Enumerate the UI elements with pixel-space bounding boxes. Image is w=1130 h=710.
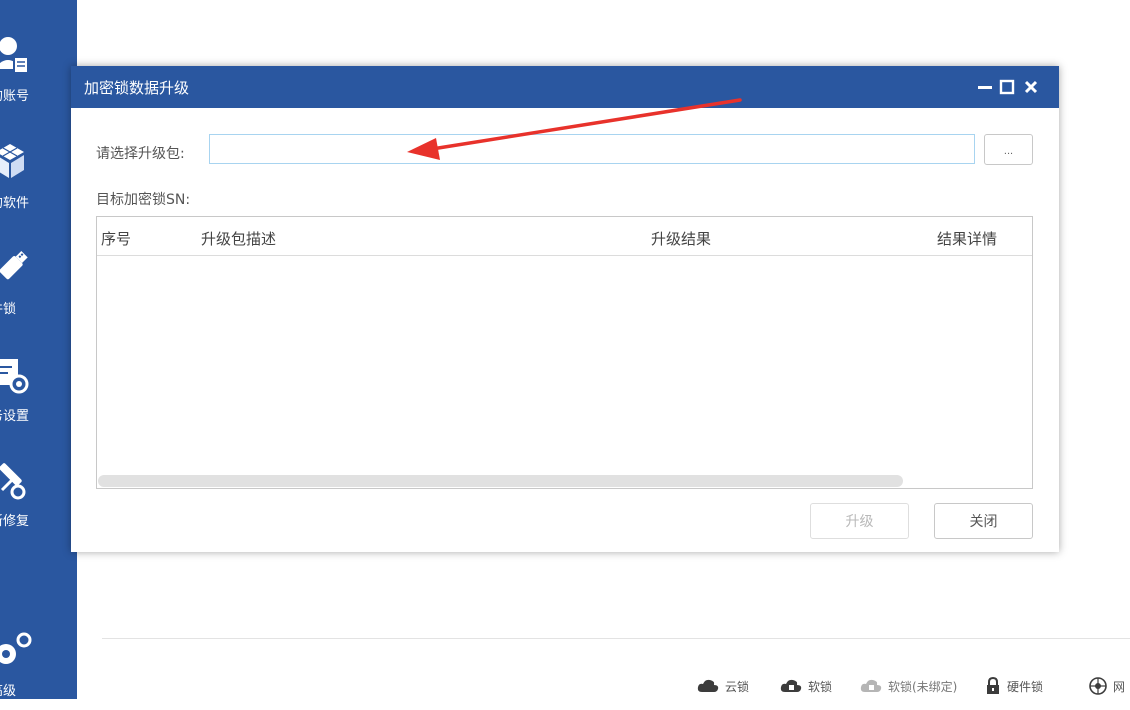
package-label: 请选择升级包: (96, 146, 185, 162)
status-label: 云锁 (725, 679, 750, 694)
status-soft-lock[interactable]: 软锁 (780, 676, 832, 696)
status-bar: 云锁 软锁 软锁(未绑定) 硬件锁 网 (0, 672, 1130, 699)
column-header-description[interactable]: 升级包描述 (201, 228, 276, 249)
status-divider (102, 638, 1130, 639)
status-label: 软锁 (808, 679, 833, 694)
sidebar-item-hardware-lock[interactable]: 件锁 (0, 248, 77, 328)
cloud-lock-icon (780, 679, 802, 692)
close-button[interactable]: 关闭 (934, 503, 1033, 539)
padlock-icon (987, 677, 999, 694)
package-path-input[interactable] (209, 134, 975, 164)
target-sn-label: 目标加密锁SN: (96, 192, 191, 208)
upgrade-button[interactable]: 升级 (810, 503, 909, 539)
cloud-unbound-icon (860, 679, 882, 692)
cloud-icon (697, 679, 719, 692)
result-table: 序号 升级包描述 升级结果 结果详情 (96, 216, 1033, 489)
status-cloud-lock[interactable]: 云锁 (697, 676, 749, 696)
service-settings-icon (0, 359, 29, 394)
sidebar-item-label: 的软件 (0, 196, 30, 211)
table-header: 序号 升级包描述 升级结果 结果详情 (97, 217, 1032, 256)
status-hardware-lock[interactable]: 硬件锁 (985, 676, 1043, 696)
sidebar-item-label: 的账号 (0, 89, 30, 104)
sidebar: 的账号 的软件 件锁 务设置 (0, 0, 77, 699)
dialog-titlebar[interactable]: 加密锁数据升级 (71, 66, 1059, 108)
sidebar-item-label: 新修复 (0, 514, 30, 529)
account-icon (0, 37, 29, 74)
sidebar-item-label: 件锁 (0, 302, 17, 317)
horizontal-scrollbar[interactable] (98, 475, 903, 487)
status-label: 硬件锁 (1007, 679, 1044, 694)
sidebar-item-label: 务设置 (0, 409, 30, 424)
status-label: 软锁(未绑定) (888, 679, 958, 694)
minimize-icon[interactable] (977, 79, 993, 95)
maximize-icon[interactable] (999, 79, 1015, 95)
close-icon[interactable] (1023, 79, 1039, 95)
usb-key-icon (0, 251, 28, 280)
status-network[interactable]: 网 (1089, 676, 1125, 696)
sidebar-item-software[interactable]: 的软件 (0, 142, 77, 222)
repair-tools-icon (0, 463, 26, 500)
browse-button[interactable]: ... (984, 134, 1033, 165)
status-soft-lock-unbound[interactable]: 软锁(未绑定) (860, 676, 957, 696)
software-cube-icon (0, 144, 24, 178)
sidebar-item-repair[interactable]: 新修复 (0, 460, 77, 540)
network-icon (1089, 677, 1107, 695)
status-label: 网 (1113, 679, 1126, 694)
gears-icon (0, 632, 32, 664)
sidebar-item-service-settings[interactable]: 务设置 (0, 355, 77, 435)
dialog-title: 加密锁数据升级 (84, 79, 190, 97)
column-header-index[interactable]: 序号 (101, 228, 131, 249)
column-header-result[interactable]: 升级结果 (651, 228, 711, 249)
column-header-details[interactable]: 结果详情 (937, 228, 997, 249)
upgrade-dialog: 加密锁数据升级 请选择升级包: ... 目标加密锁SN: 序号 升级包描述 升级… (71, 66, 1059, 552)
sidebar-item-account[interactable]: 的账号 (0, 35, 77, 115)
